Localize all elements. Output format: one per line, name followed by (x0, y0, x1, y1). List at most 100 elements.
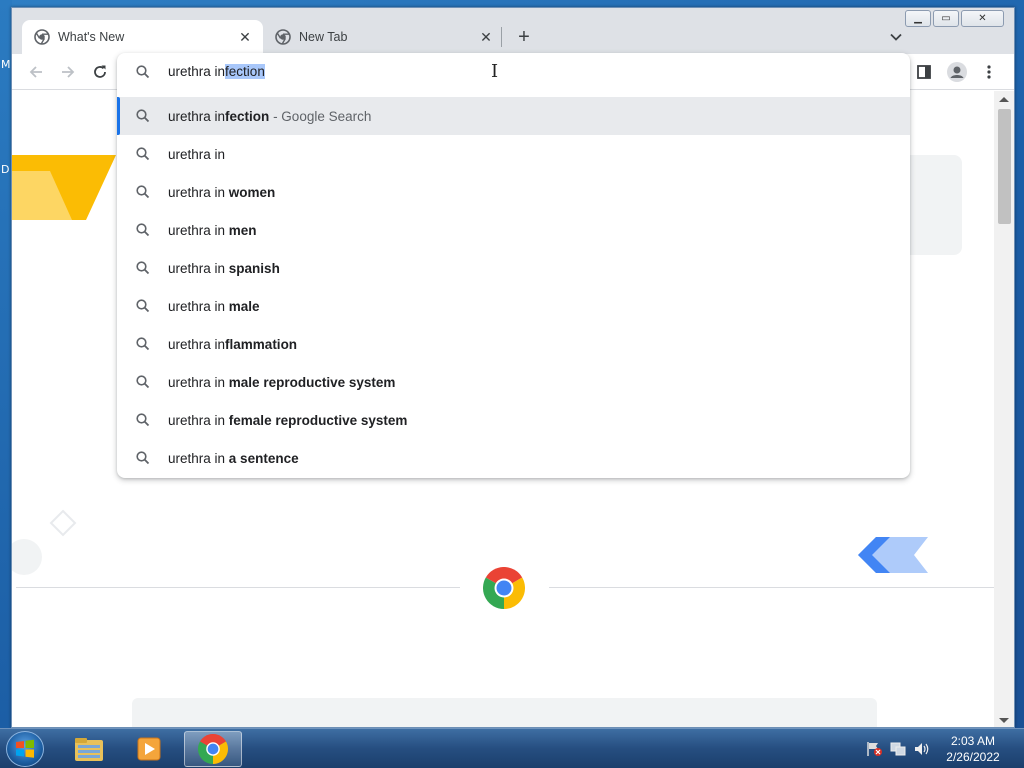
menu-button[interactable] (975, 58, 1003, 86)
chrome-favicon-icon (34, 29, 50, 45)
suggestion-text: urethra in spanish (168, 261, 280, 276)
back-button[interactable] (22, 58, 50, 86)
system-clock[interactable]: 2:03 AM 2/26/2022 (935, 733, 1011, 765)
chrome-favicon-icon (275, 29, 291, 45)
suggestion-completion: men (228, 222, 257, 238)
chrome-icon (198, 734, 228, 764)
action-center-flag-icon[interactable] (865, 741, 883, 757)
windows-logo-icon (16, 739, 34, 758)
chevron-down-icon (890, 33, 902, 41)
page-scrollbar[interactable] (994, 91, 1014, 727)
desktop-icon-label-m: M (1, 58, 11, 71)
suggestion-text: urethra in male reproductive system (168, 375, 395, 390)
suggestion-completion: male (228, 298, 260, 314)
typed-text: urethra in (168, 64, 226, 79)
search-icon (136, 375, 150, 389)
side-panel-icon (917, 65, 931, 79)
profile-button[interactable] (943, 58, 971, 86)
suggestion-item[interactable]: urethra inflammation (117, 325, 910, 363)
avatar-icon (947, 62, 967, 82)
search-icon (136, 65, 150, 79)
arrow-right-icon (62, 66, 75, 78)
title-bar: ▁ ▭ ✕ What's New ✕ New Tab ✕ + (12, 8, 1014, 54)
suggestion-item[interactable]: urethra in male reproductive system (117, 363, 910, 401)
arrow-left-icon (29, 66, 42, 78)
tab-new-tab[interactable]: New Tab ✕ (263, 20, 504, 54)
suggestion-text: urethra in men (168, 223, 257, 238)
suggestion-prefix: urethra in (168, 184, 229, 200)
network-icon[interactable] (889, 741, 907, 757)
start-button[interactable] (6, 731, 44, 767)
suggestion-item[interactable]: urethra in men (117, 211, 910, 249)
suggestion-text: urethra in male (168, 299, 260, 314)
scroll-down-icon[interactable] (999, 718, 1009, 723)
new-tab-button[interactable]: + (512, 25, 536, 49)
suggestion-text: urethra infection - Google Search (168, 109, 371, 124)
forward-button[interactable] (54, 58, 82, 86)
suggestion-text: urethra inflammation (168, 337, 297, 352)
search-icon (136, 147, 150, 161)
tab-title: What's New (58, 30, 125, 44)
taskbar-media-player[interactable] (120, 731, 178, 767)
search-icon (136, 451, 150, 465)
address-input[interactable]: urethra infection (168, 64, 265, 79)
taskbar-chrome[interactable] (184, 731, 242, 767)
suggestion-text: urethra in a sentence (168, 451, 299, 466)
divider-left (16, 587, 460, 588)
taskbar-explorer[interactable] (60, 731, 118, 767)
suggestion-completion: fection (225, 108, 270, 124)
suggestion-prefix: urethra in (168, 146, 226, 162)
desktop-icon-label-d: D (1, 163, 10, 176)
tab-search-button[interactable] (884, 25, 908, 49)
suggestion-item[interactable]: urethra in female reproductive system (117, 401, 910, 439)
clock-time: 2:03 AM (950, 734, 996, 748)
volume-icon[interactable] (913, 741, 931, 757)
close-tab-icon[interactable]: ✕ (478, 29, 494, 45)
search-icon (136, 299, 150, 313)
suggestion-item[interactable]: urethra infection - Google Search (117, 97, 910, 135)
suggestion-item[interactable]: urethra in male (117, 287, 910, 325)
suggestion-completion: a sentence (228, 450, 299, 466)
system-tray (865, 729, 931, 768)
search-icon (136, 413, 150, 427)
kebab-menu-icon (987, 65, 991, 79)
media-player-icon (137, 737, 161, 761)
suggestion-prefix: urethra in (168, 108, 226, 124)
tab-whats-new[interactable]: What's New ✕ (22, 20, 263, 54)
divider-right (549, 587, 994, 588)
autocomplete-selection: fection (225, 64, 265, 79)
suggestion-prefix: urethra in (168, 374, 229, 390)
search-icon (136, 185, 150, 199)
suggestion-item[interactable]: urethra in spanish (117, 249, 910, 287)
suggestion-prefix: urethra in (168, 412, 229, 428)
scroll-up-icon[interactable] (999, 97, 1009, 102)
minimize-button[interactable]: ▁ (905, 10, 931, 27)
address-bar[interactable]: urethra infection I (117, 53, 910, 91)
suggestion-text: urethra in female reproductive system (168, 413, 407, 428)
suggestion-item[interactable]: urethra in (117, 135, 910, 173)
suggestion-prefix: urethra in (168, 450, 229, 466)
suggestion-completion: spanish (228, 260, 280, 276)
tab-separator (501, 27, 502, 47)
suggestion-prefix: urethra in (168, 260, 229, 276)
chrome-logo-icon (483, 567, 525, 609)
suggestion-text: urethra in women (168, 185, 275, 200)
suggestion-item[interactable]: urethra in a sentence (117, 439, 910, 477)
close-tab-icon[interactable]: ✕ (237, 29, 253, 45)
suggestion-completion: flammation (225, 336, 298, 352)
side-panel-button[interactable] (910, 58, 938, 86)
maximize-button[interactable]: ▭ (933, 10, 959, 27)
reload-icon (94, 65, 106, 78)
reload-button[interactable] (86, 58, 114, 86)
scroll-thumb[interactable] (998, 109, 1011, 224)
close-window-button[interactable]: ✕ (961, 10, 1004, 27)
suggestion-text: urethra in (168, 147, 225, 162)
suggestion-prefix: urethra in (168, 336, 226, 352)
suggestion-item[interactable]: urethra in women (117, 173, 910, 211)
tab-title: New Tab (299, 30, 348, 44)
suggestion-completion: women (228, 184, 276, 200)
omnibox-dropdown: urethra infection I urethra infection - … (117, 53, 910, 478)
folder-icon (75, 738, 103, 761)
search-icon (136, 223, 150, 237)
search-icon (136, 261, 150, 275)
